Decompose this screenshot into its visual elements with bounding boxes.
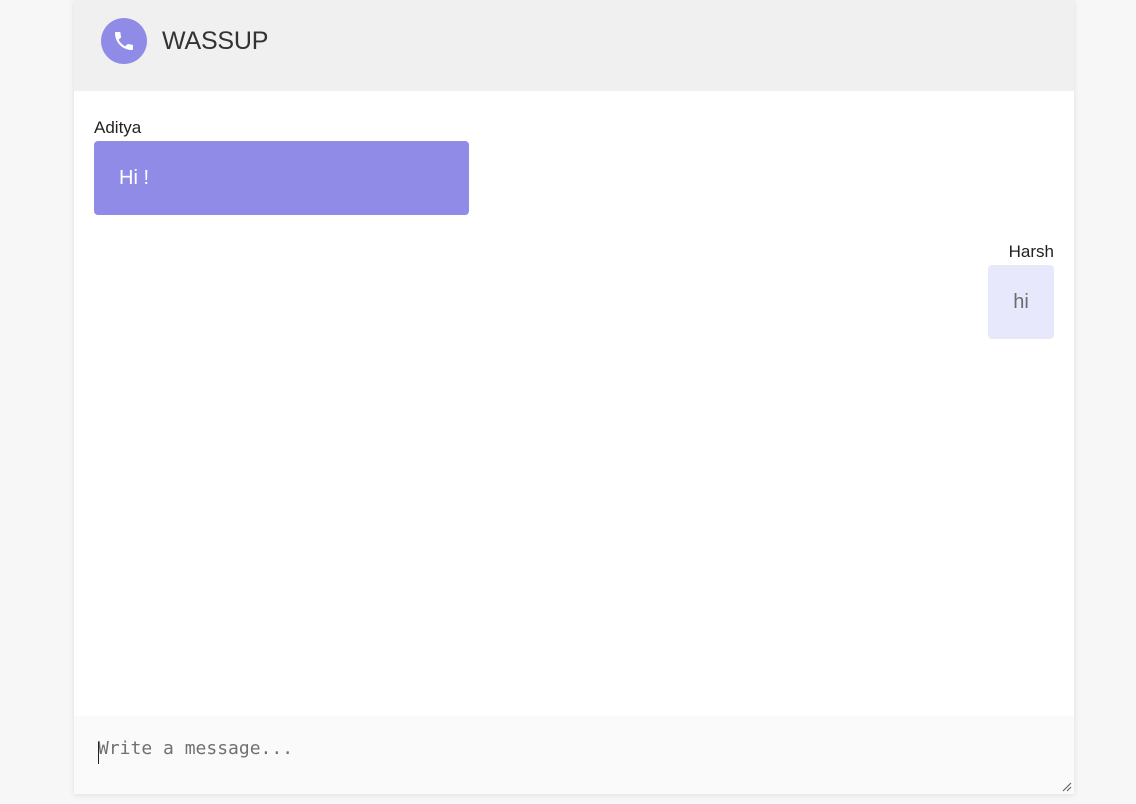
app-title: WASSUP [162,27,269,55]
chat-window: WASSUP Aditya Hi ! Harsh hi [74,0,1074,794]
message-composer [74,716,1074,794]
phone-icon [112,29,136,53]
message-list: Aditya Hi ! Harsh hi [74,91,1074,716]
message-input[interactable] [74,716,1074,794]
outgoing-message-bubble: hi [988,265,1054,339]
app-logo [101,18,147,64]
message-sender: Aditya [94,118,142,137]
message-sender: Harsh [1008,242,1054,261]
incoming-message-bubble: Hi ! [94,141,469,215]
chat-header: WASSUP [74,0,1074,91]
text-caret [98,742,99,764]
resize-handle-icon[interactable] [1062,782,1072,792]
